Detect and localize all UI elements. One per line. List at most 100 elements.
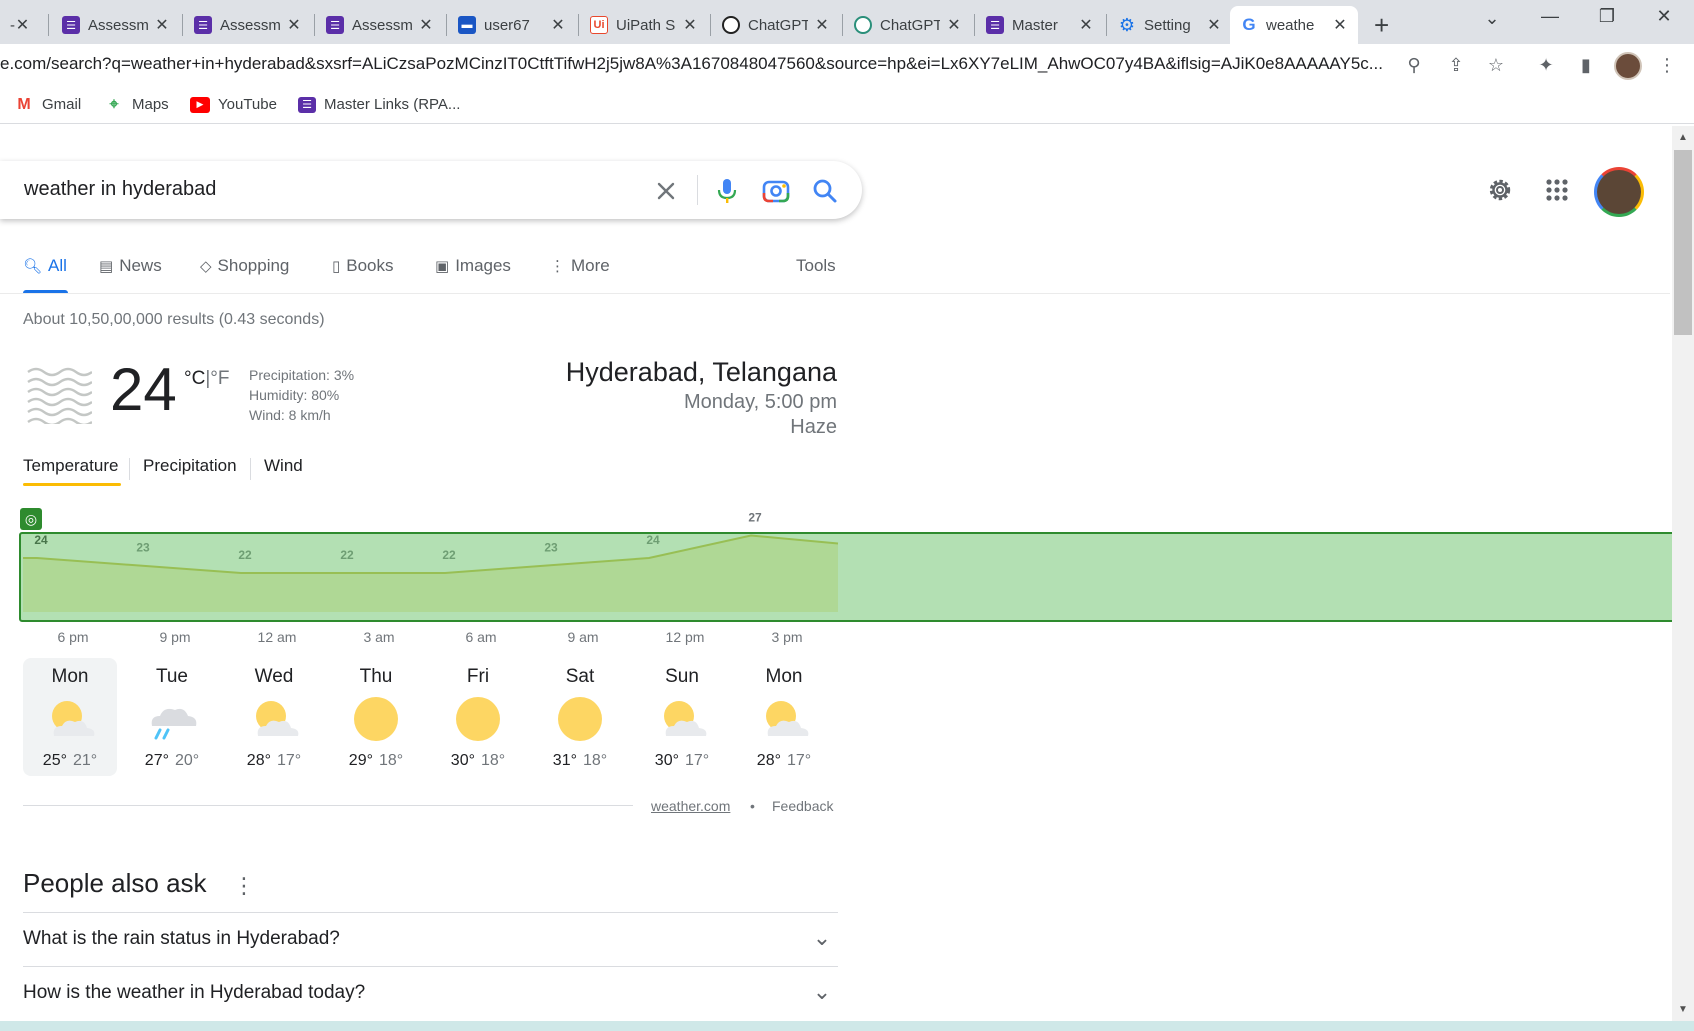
hour-tick-label: 9 pm: [159, 629, 191, 645]
settings-button[interactable]: [1482, 172, 1518, 208]
hour-tick-label: 6 am: [465, 629, 497, 645]
tab-separator: [182, 14, 183, 36]
forecast-day[interactable]: Wed 28° 17°: [227, 658, 321, 776]
close-icon[interactable]: ✕: [1206, 15, 1222, 35]
tab-separator: [446, 14, 447, 36]
close-icon[interactable]: ✕: [1332, 15, 1348, 35]
tab-7[interactable]: ChatGPT ✕: [844, 6, 972, 44]
tab-10-active[interactable]: G weathe ✕: [1230, 6, 1358, 44]
tab-2[interactable]: ☰ Assessm ✕: [184, 6, 312, 44]
minimize-button[interactable]: —: [1535, 6, 1565, 27]
close-icon[interactable]: ✕: [814, 15, 830, 35]
current-temperature: 24: [110, 356, 177, 423]
tab-8[interactable]: ☰ Master ✕: [976, 6, 1104, 44]
tab-all[interactable]: 🔍︎ All: [23, 256, 67, 276]
paa-question-text: What is the rain status in Hyderabad?: [23, 928, 340, 949]
weather-condition: Haze: [790, 416, 837, 438]
maps-pin-icon: ⌖: [109, 95, 119, 113]
forecast-day[interactable]: Sat 31° 18°: [533, 658, 627, 776]
forecast-day[interactable]: Tue 27° 20°: [125, 658, 219, 776]
scroll-down-arrow-icon[interactable]: ▼: [1672, 1004, 1694, 1015]
forecast-day[interactable]: Sun 30° 17°: [635, 658, 729, 776]
tools-button[interactable]: Tools: [796, 256, 836, 276]
tab-news-label: News: [119, 256, 162, 275]
extensions-puzzle-icon[interactable]: ✦: [1534, 55, 1558, 76]
tab-3[interactable]: ☰ Assessm ✕: [316, 6, 444, 44]
tab-temperature[interactable]: Temperature: [23, 456, 118, 476]
unit-celsius-button[interactable]: °C: [184, 368, 205, 389]
paa-question[interactable]: What is the rain status in Hyderabad? ⌄: [23, 912, 838, 966]
search-button[interactable]: [807, 173, 843, 209]
tab-wind[interactable]: Wind: [264, 456, 303, 476]
search-divider: [697, 175, 698, 205]
more-options-icon[interactable]: ⋮: [233, 873, 255, 899]
apps-grid-icon: [1546, 179, 1568, 201]
forecast-high: 25°: [42, 752, 67, 769]
tab-separator: [842, 14, 843, 36]
paa-question[interactable]: How is the weather in Hyderabad today? ⌄: [23, 966, 838, 1020]
close-icon[interactable]: ✕: [15, 15, 30, 35]
close-icon[interactable]: ✕: [286, 15, 302, 35]
bookmark-maps[interactable]: ⌖ Maps: [104, 95, 168, 114]
scrollbar-thumb[interactable]: [1674, 150, 1692, 335]
forecast-day-name: Tue: [155, 666, 189, 687]
tab-books[interactable]: ▯ Books: [332, 256, 394, 276]
clear-search-button[interactable]: [648, 173, 684, 209]
location-pin-icon[interactable]: ⚲: [1402, 55, 1426, 76]
tab-5[interactable]: Ui UiPath S ✕: [580, 6, 708, 44]
google-lens-icon: [762, 180, 790, 203]
tab-search-chevron-icon[interactable]: ⌄: [1477, 8, 1507, 29]
tab-news[interactable]: ▤ News: [99, 256, 162, 276]
tab-0[interactable]: - ✕: [0, 6, 40, 44]
tab-6[interactable]: ChatGPT ✕: [712, 6, 840, 44]
image-search-button[interactable]: [758, 173, 794, 209]
openai-icon: [854, 16, 872, 34]
voice-search-button[interactable]: [709, 173, 745, 209]
tab-separator: [1106, 14, 1107, 36]
bookmark-youtube[interactable]: ▶ YouTube: [190, 96, 277, 113]
tools-label: Tools: [796, 256, 836, 275]
forecast-low: 18°: [583, 752, 608, 769]
profile-avatar-small[interactable]: [1614, 52, 1642, 80]
tab-images[interactable]: ▣ Images: [435, 256, 511, 276]
weather-source-link[interactable]: weather.com: [651, 798, 730, 814]
google-apps-button[interactable]: [1539, 172, 1575, 208]
close-icon[interactable]: ✕: [418, 15, 434, 35]
close-icon[interactable]: ✕: [682, 15, 698, 35]
hour-tick-label: 6 pm: [57, 629, 89, 645]
forecast-day[interactable]: Fri 30° 18°: [431, 658, 525, 776]
new-tab-button[interactable]: +: [1374, 10, 1389, 41]
forecast-day[interactable]: Mon 28° 17°: [737, 658, 831, 776]
forecast-day-name: Mon: [765, 666, 803, 687]
forecast-day[interactable]: Mon 25° 21°: [23, 658, 117, 776]
chart-selection-highlight: [19, 532, 1694, 622]
scroll-up-arrow-icon[interactable]: ▲: [1672, 132, 1694, 143]
tab-precipitation[interactable]: Precipitation: [143, 456, 237, 476]
bookmark-star-icon[interactable]: ☆: [1484, 55, 1508, 76]
url-field[interactable]: e.com/search?q=weather+in+hyderabad&sxsr…: [0, 54, 1395, 74]
forecast-low: 18°: [379, 752, 404, 769]
forecast-day[interactable]: Thu 29° 18°: [329, 658, 423, 776]
close-icon[interactable]: ✕: [550, 15, 566, 35]
tab-more-label: More: [571, 256, 610, 275]
restore-button[interactable]: ❐: [1592, 6, 1622, 27]
browser-menu-icon[interactable]: ⋮: [1655, 55, 1679, 76]
side-panel-icon[interactable]: ▮: [1574, 55, 1598, 76]
feedback-link[interactable]: Feedback: [772, 798, 833, 814]
share-icon[interactable]: ⇪: [1444, 55, 1468, 76]
unit-fahrenheit-button[interactable]: °F: [210, 368, 229, 389]
bookmark-master-links[interactable]: ☰ Master Links (RPA...: [298, 96, 460, 113]
account-avatar[interactable]: [1594, 167, 1644, 217]
close-icon[interactable]: ✕: [946, 15, 962, 35]
tab-shopping[interactable]: ◇ Shopping: [200, 256, 289, 276]
close-window-button[interactable]: ✕: [1649, 6, 1679, 27]
close-icon[interactable]: ✕: [154, 15, 170, 35]
search-input[interactable]: [24, 178, 624, 201]
tab-more[interactable]: ⋮ More: [550, 256, 610, 276]
tab-1[interactable]: ☰ Assessm ✕: [52, 6, 180, 44]
active-weather-tab-indicator: [23, 483, 121, 486]
close-icon[interactable]: ✕: [1078, 15, 1094, 35]
bookmark-gmail[interactable]: M Gmail: [14, 96, 81, 114]
tab-9[interactable]: ⚙ Setting ✕: [1108, 6, 1232, 44]
tab-4[interactable]: ▬ user67 ✕: [448, 6, 576, 44]
